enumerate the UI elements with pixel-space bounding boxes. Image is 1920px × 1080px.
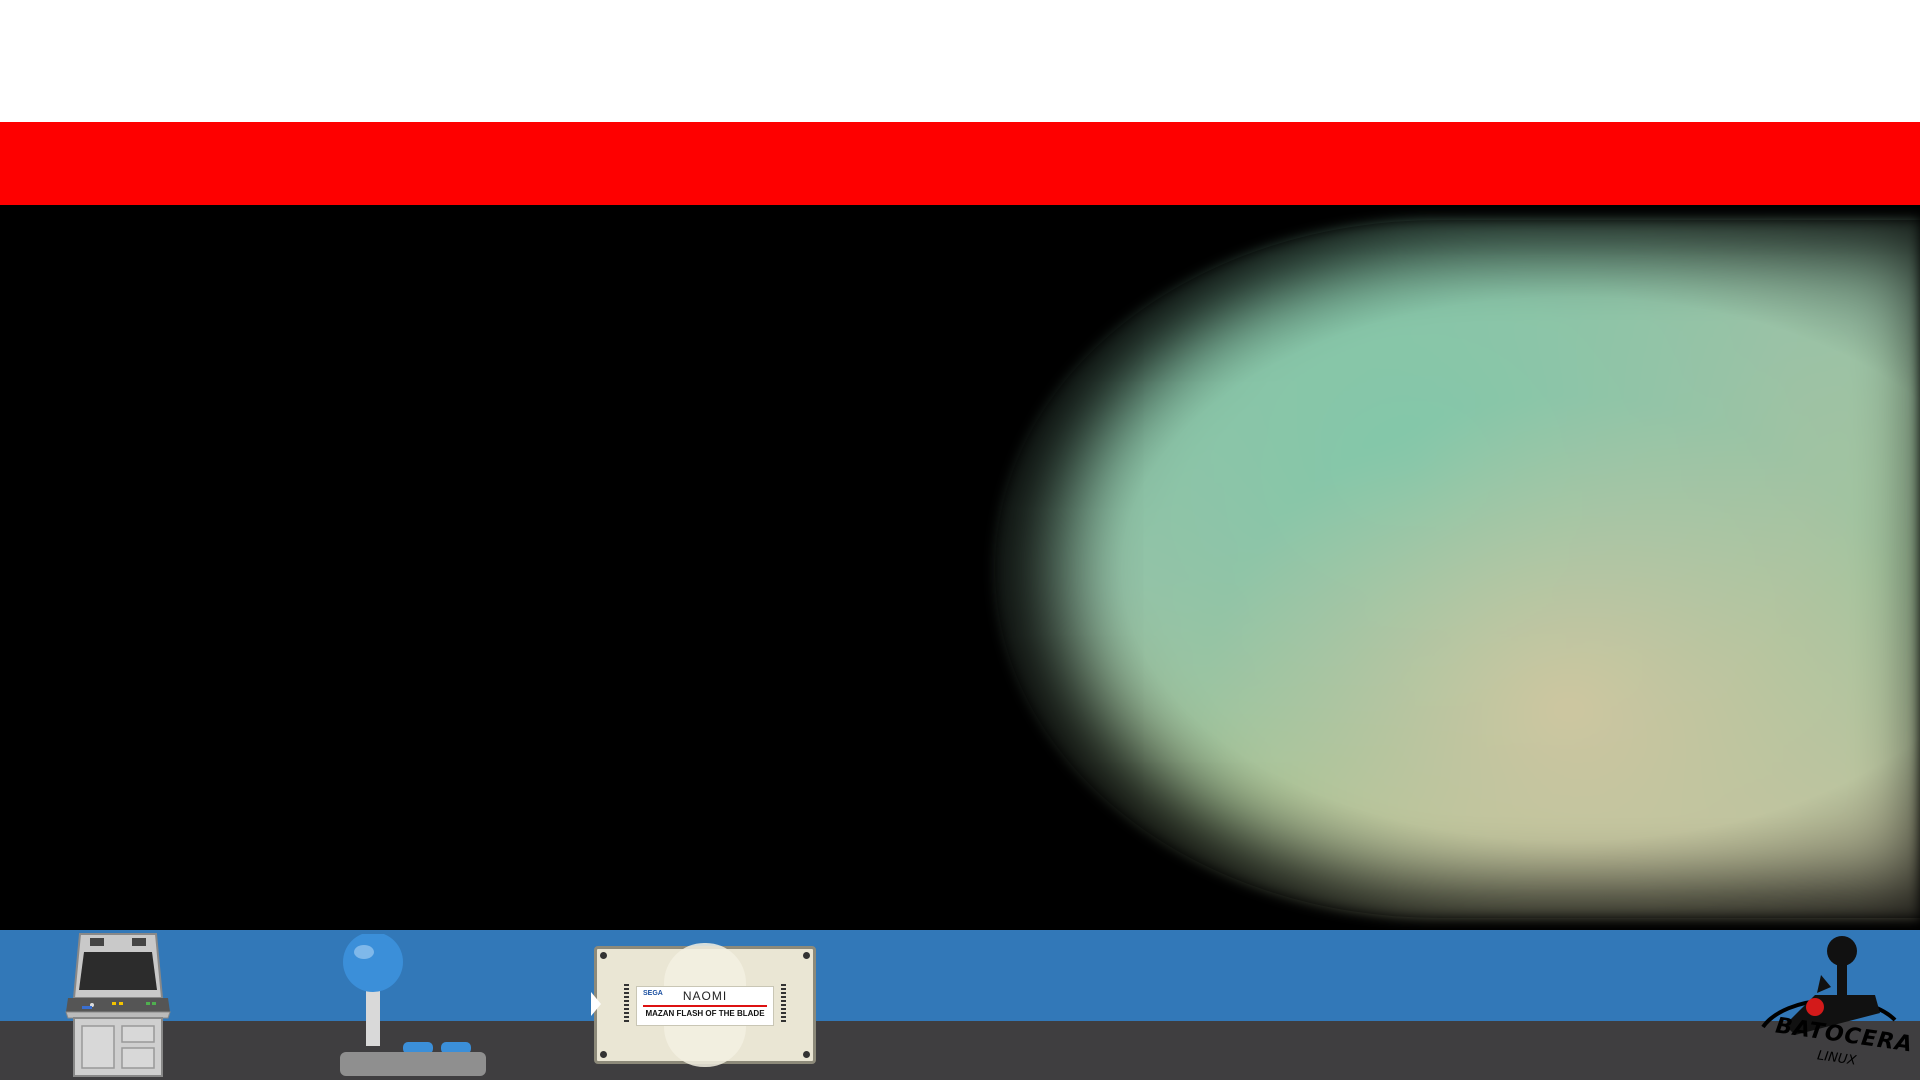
cartridge-screw <box>600 952 607 959</box>
cartridge-pins-left <box>624 984 629 1022</box>
cartridge-screw <box>803 952 810 959</box>
cartridge-system: NAOMI <box>682 989 728 1003</box>
header-red-band <box>0 122 1920 205</box>
batocera-logo-icon: BATOCERA LINUX <box>1755 935 1915 1075</box>
top-white-band <box>0 0 1920 122</box>
cartridge-screw <box>600 1051 607 1058</box>
footer-blue-band <box>0 930 1920 1021</box>
logo-subtitle: LINUX <box>1816 1048 1858 1069</box>
arcade-joystick-icon <box>340 934 486 1076</box>
cartridge-label-line <box>643 1005 767 1007</box>
cartridge-game-title: MAZAN FLASH OF THE BLADE <box>645 1009 765 1018</box>
cartridge-screw <box>803 1051 810 1058</box>
footer-gray-band <box>0 1021 1920 1080</box>
arcade-cabinet-icon <box>65 933 171 1077</box>
cartridge-label: SEGA NAOMI MAZAN FLASH OF THE BLADE <box>636 986 774 1026</box>
cartridge-pins-right <box>781 984 786 1022</box>
preview-vignette <box>995 220 1920 918</box>
cartridge-notch <box>591 992 601 1016</box>
game-cartridge-icon: SEGA NAOMI MAZAN FLASH OF THE BLADE <box>591 943 816 1067</box>
